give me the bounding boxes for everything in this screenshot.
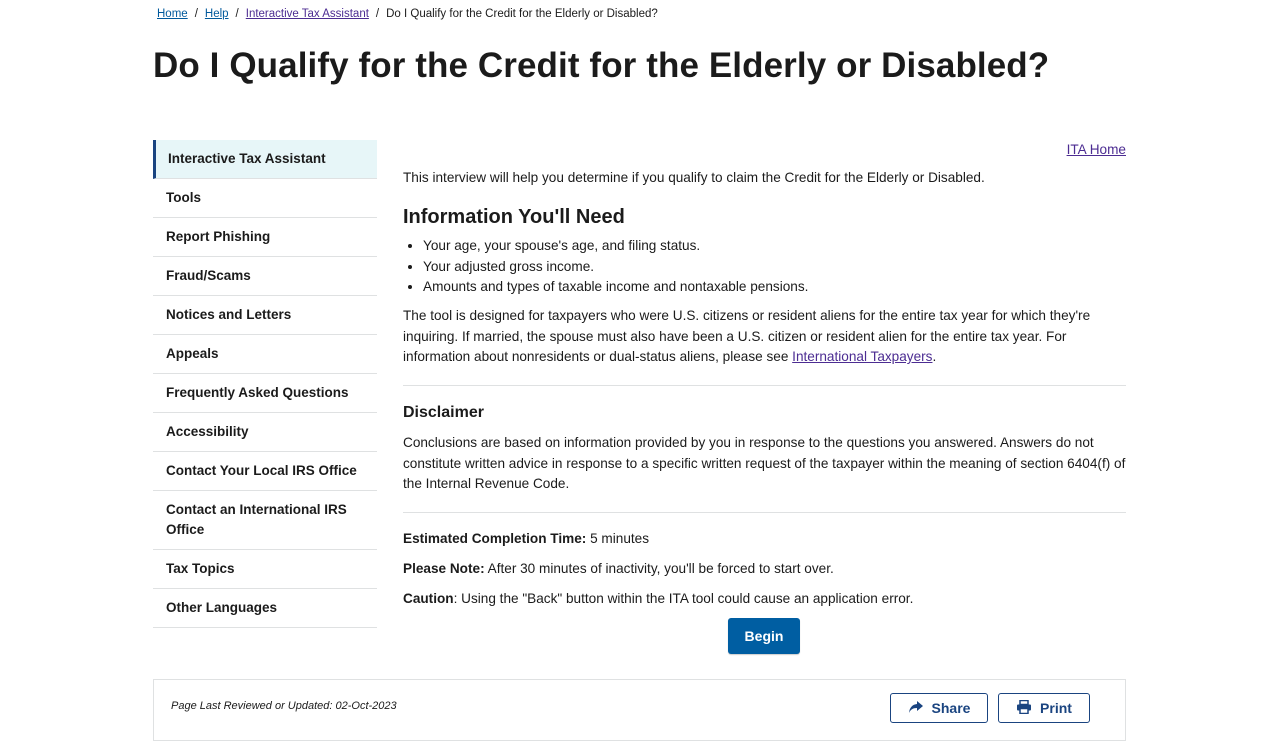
list-item: Your age, your spouse's age, and filing … [423, 236, 808, 257]
sidebar-item-report-phishing[interactable]: Report Phishing [153, 218, 377, 257]
caution-label: Caution [403, 591, 454, 606]
sidebar-item-notices-letters[interactable]: Notices and Letters [153, 296, 377, 335]
print-icon [1016, 699, 1032, 717]
info-needed-list: Your age, your spouse's age, and filing … [403, 236, 808, 298]
sidebar-item-other-languages[interactable]: Other Languages [153, 589, 377, 628]
sidebar-item-accessibility[interactable]: Accessibility [153, 413, 377, 452]
sidebar-item-tax-topics[interactable]: Tax Topics [153, 550, 377, 589]
completion-time-label: Estimated Completion Time: [403, 531, 587, 546]
caution: Caution: Using the "Back" button within … [403, 589, 913, 610]
please-note: Please Note: After 30 minutes of inactiv… [403, 559, 834, 580]
print-label: Print [1040, 700, 1072, 716]
list-item: Amounts and types of taxable income and … [423, 277, 808, 298]
sidebar-item-fraud-scams[interactable]: Fraud/Scams [153, 257, 377, 296]
completion-time: Estimated Completion Time: 5 minutes [403, 529, 649, 550]
breadcrumb-current: Do I Qualify for the Credit for the Elde… [386, 8, 658, 20]
share-icon [908, 700, 924, 717]
page-title: Do I Qualify for the Credit for the Elde… [153, 46, 1050, 85]
tool-description-text: The tool is designed for taxpayers who w… [403, 308, 1091, 364]
sidebar-item-faq[interactable]: Frequently Asked Questions [153, 374, 377, 413]
info-needed-heading: Information You'll Need [403, 206, 625, 228]
sidebar-item-tools[interactable]: Tools [153, 179, 377, 218]
breadcrumb-separator: / [235, 8, 239, 20]
breadcrumb-home-link[interactable]: Home [157, 6, 188, 22]
completion-time-value: 5 minutes [586, 531, 650, 546]
sidebar-item-local-irs-office[interactable]: Contact Your Local IRS Office [153, 452, 377, 491]
sidebar-item-international-irs-office[interactable]: Contact an International IRS Office [153, 491, 377, 550]
share-label: Share [931, 700, 971, 716]
breadcrumb-ita-link[interactable]: Interactive Tax Assistant [246, 6, 369, 22]
caution-value: : Using the "Back" button within the ITA… [453, 591, 914, 606]
please-note-label: Please Note: [403, 561, 485, 576]
sidebar-nav: Interactive Tax Assistant Tools Report P… [153, 140, 377, 628]
ita-home-link[interactable]: ITA Home [1067, 140, 1126, 161]
intro-text: This interview will help you determine i… [403, 170, 985, 185]
divider [403, 385, 1126, 386]
sidebar-item-appeals[interactable]: Appeals [153, 335, 377, 374]
page-footer: Page Last Reviewed or Updated: 02-Oct-20… [153, 679, 1126, 741]
begin-button[interactable]: Begin [728, 618, 800, 654]
sidebar-item-interactive-tax-assistant[interactable]: Interactive Tax Assistant [153, 140, 377, 179]
international-taxpayers-link[interactable]: International Taxpayers [792, 349, 932, 364]
breadcrumb-separator: / [194, 8, 198, 20]
share-button[interactable]: Share [890, 693, 988, 723]
last-reviewed-text: Page Last Reviewed or Updated: 02-Oct-20… [171, 700, 397, 712]
tool-description: The tool is designed for taxpayers who w… [403, 306, 1126, 368]
tool-description-end: . [932, 349, 937, 364]
disclaimer-heading: Disclaimer [403, 404, 484, 421]
breadcrumb-help-link[interactable]: Help [205, 6, 229, 22]
print-button[interactable]: Print [998, 693, 1090, 723]
disclaimer-text: Conclusions are based on information pro… [403, 435, 1126, 491]
list-item: Your adjusted gross income. [423, 257, 808, 278]
breadcrumb-separator: / [375, 8, 380, 20]
breadcrumb: Home / Help / Interactive Tax Assistant … [157, 6, 658, 22]
divider [403, 512, 1126, 513]
please-note-value: After 30 minutes of inactivity, you'll b… [484, 561, 834, 576]
